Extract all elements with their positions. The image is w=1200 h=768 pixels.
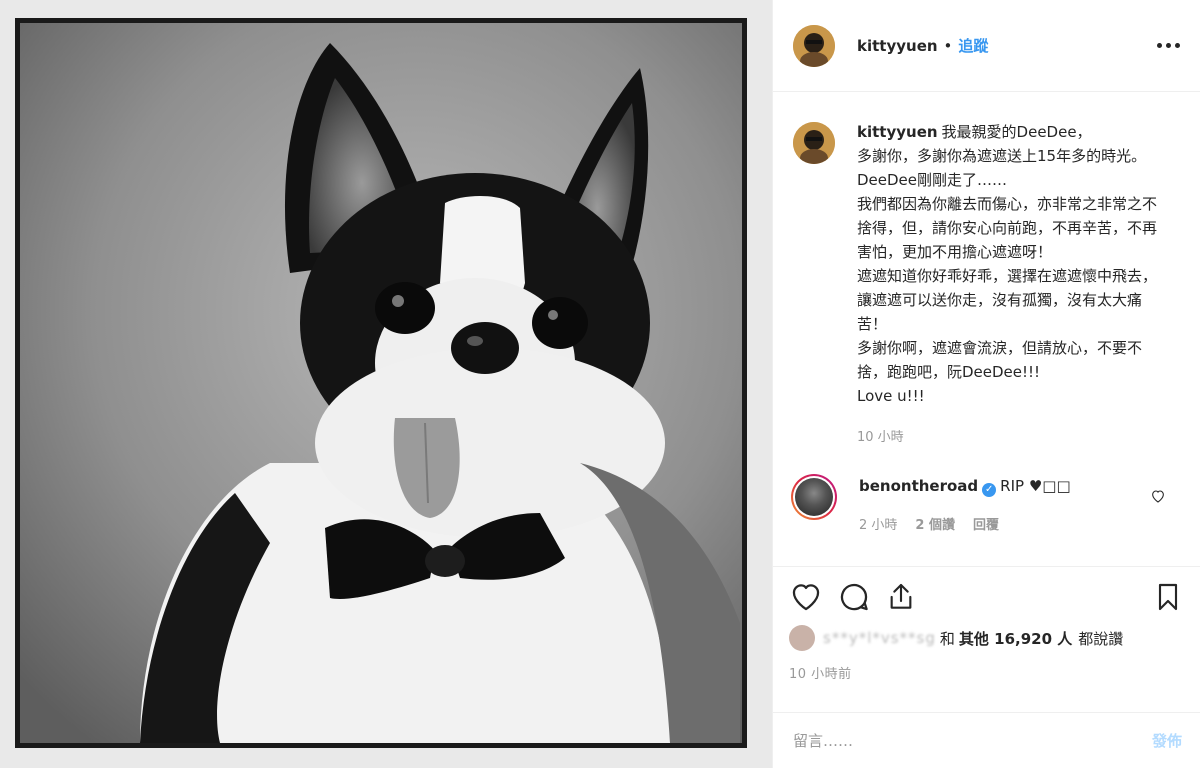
- liker-avatar[interactable]: [789, 625, 815, 651]
- commenter-avatar[interactable]: [791, 474, 837, 520]
- comment-icon[interactable]: [837, 580, 871, 614]
- add-comment-bar: 發佈: [773, 712, 1200, 768]
- comment-meta: 2 小時 2 個讚 回覆: [859, 514, 1071, 538]
- likes-suffix: 都說讚: [1078, 629, 1124, 648]
- likes-others-link[interactable]: 其他 16,920 人: [959, 628, 1072, 649]
- share-icon[interactable]: [885, 581, 917, 613]
- comment-time: 2 小時: [859, 518, 898, 533]
- comment-item: benontheroad ✓ RIP ♥︎□□ 2 小時 2 個讚 回覆: [791, 474, 1180, 538]
- post-actions: s**y*l*vs**sg 和 其他 16,920 人 都說讚 10 小時前: [773, 566, 1200, 682]
- post-header: kittyyuen • 追蹤: [773, 0, 1200, 92]
- author-avatar[interactable]: [793, 24, 835, 67]
- heart-icon[interactable]: [789, 580, 823, 614]
- caption-username[interactable]: kittyyuen: [857, 123, 938, 141]
- likes-summary: s**y*l*vs**sg 和 其他 16,920 人 都說讚: [789, 621, 1184, 655]
- liker-names-blurred[interactable]: s**y*l*vs**sg: [823, 629, 936, 647]
- verified-icon: ✓: [982, 483, 997, 497]
- comment-likes-link[interactable]: 2 個讚: [915, 514, 955, 538]
- caption-time: 10 小時: [857, 430, 904, 445]
- likes-connector: 和: [939, 629, 955, 648]
- post-photo-panel: [0, 0, 772, 768]
- comment-heart-icon[interactable]: [1150, 488, 1166, 504]
- caption-avatar[interactable]: [793, 122, 835, 164]
- post-sidebar: kittyyuen • 追蹤 kittyyuen 我最親愛的DeeDee， 多謝你…: [772, 0, 1200, 768]
- photo-frame: [15, 18, 747, 748]
- author-username[interactable]: kittyyuen: [857, 37, 938, 55]
- post-comment-button[interactable]: 發佈: [1152, 730, 1182, 751]
- dog-photo[interactable]: [20, 23, 742, 743]
- commenter-username[interactable]: benontheroad: [859, 477, 978, 495]
- reply-button[interactable]: 回覆: [973, 514, 999, 538]
- post-timestamp: 10 小時前: [789, 667, 852, 682]
- separator-dot: •: [943, 36, 953, 55]
- comment-body: benontheroad ✓ RIP ♥︎□□ 2 小時 2 個讚 回覆: [859, 474, 1071, 538]
- action-icons: [789, 567, 1184, 627]
- caption-body: kittyyuen 我最親愛的DeeDee， 多謝你，多謝你為遮遮送上15年多的時…: [857, 120, 1165, 450]
- post-caption: kittyyuen 我最親愛的DeeDee， 多謝你，多謝你為遮遮送上15年多的時…: [793, 120, 1180, 450]
- bookmark-icon[interactable]: [1152, 580, 1184, 614]
- comment-input[interactable]: [793, 731, 1152, 750]
- caption-text: 我最親愛的DeeDee， 多謝你，多謝你為遮遮送上15年多的時光。DeeDee剛…: [857, 123, 1158, 405]
- more-icon[interactable]: [1157, 37, 1180, 54]
- comment-text: RIP ♥︎□□: [1000, 477, 1071, 495]
- comments-section: kittyyuen 我最親愛的DeeDee， 多謝你，多謝你為遮遮送上15年多的時…: [773, 92, 1200, 566]
- follow-button[interactable]: 追蹤: [958, 35, 988, 56]
